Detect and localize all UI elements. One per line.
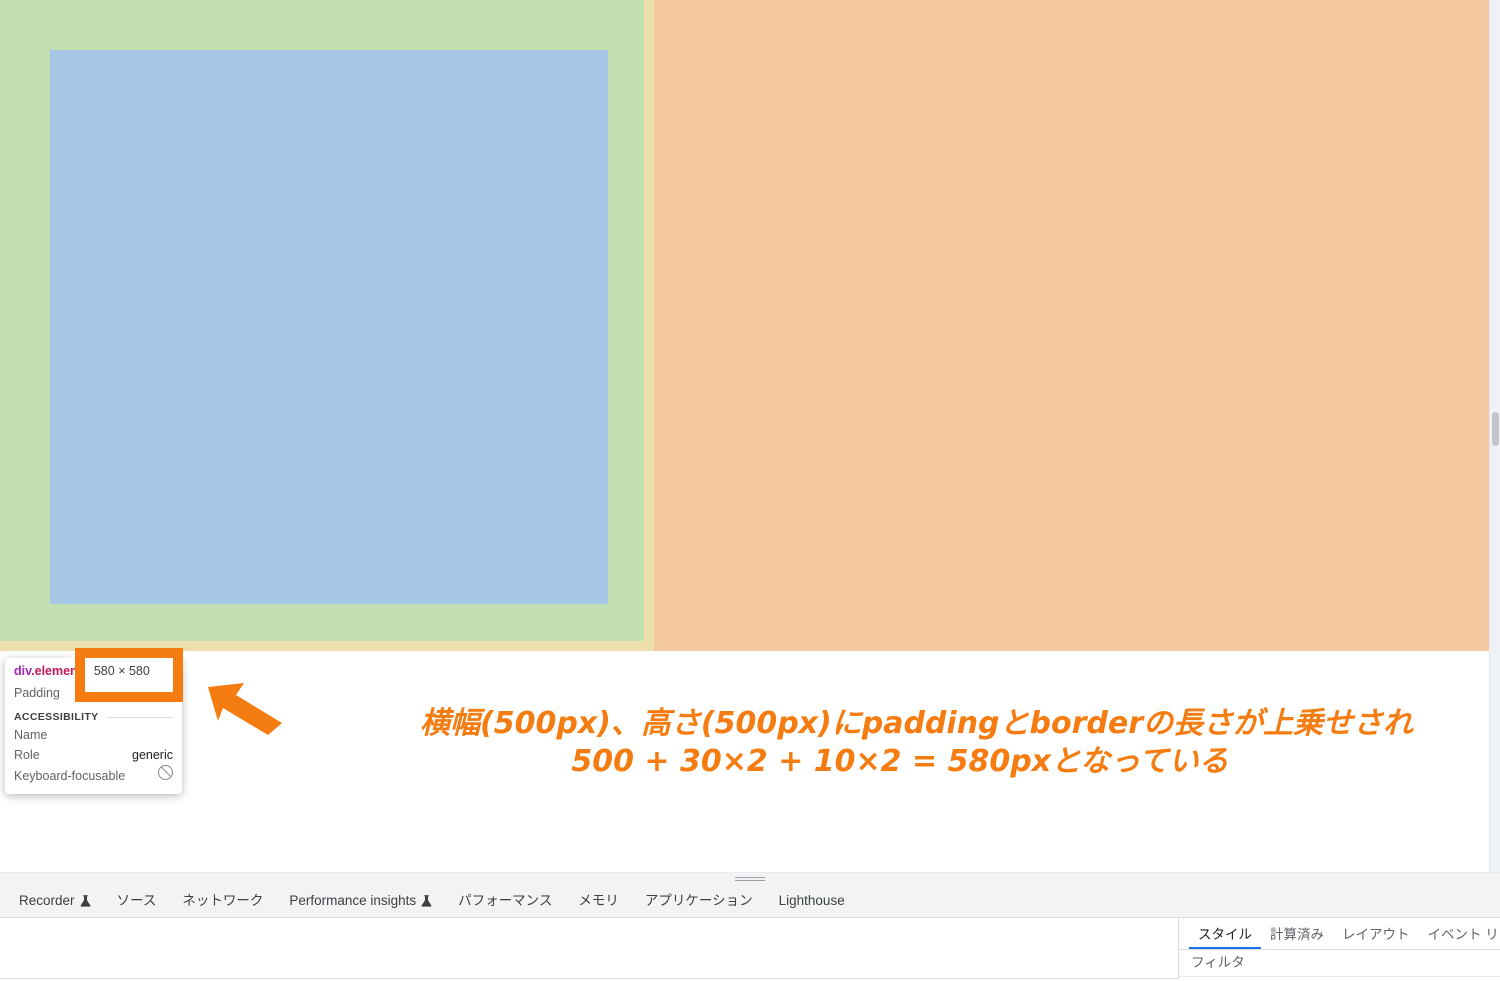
devtools-tab-label: メモリ (578, 885, 619, 917)
annotation-line-1: 横幅(500px)、高さ(500px)にpaddingとborderの長さが上乗… (420, 705, 1380, 743)
tooltip-caret-icon (69, 651, 85, 659)
annotation-callout-text: 横幅(500px)、高さ(500px)にpaddingとborderの長さが上乗… (420, 705, 1380, 782)
styles-sidebar-tabbar: スタイル 計算済み レイアウト イベント リス (1179, 918, 1500, 950)
styles-sidebar-pane: スタイル 計算済み レイアウト イベント リス フィルタ (1178, 918, 1500, 979)
tab-label: 計算済み (1270, 927, 1324, 942)
dom-tree-pane[interactable] (0, 918, 1178, 979)
experiment-flask-icon (80, 895, 91, 907)
tab-layout[interactable]: レイアウト (1333, 923, 1419, 949)
devtools-tab-label: Recorder (19, 885, 75, 917)
tooltip-dimensions: 580 × 580 (94, 664, 150, 678)
devtools-tab-recorder[interactable]: Recorder (6, 885, 104, 917)
tooltip-a11y-value: generic (132, 745, 173, 765)
element-inspect-tooltip: div.element 580 × 580 Padding ACCESSIBIL… (5, 658, 182, 794)
tooltip-keyboard-focusable-row: Keyboard-focusable (14, 765, 173, 786)
scrollbar-thumb[interactable] (1492, 412, 1499, 446)
tooltip-title-row: div.element 580 × 580 (14, 664, 173, 678)
tooltip-tag-name: div (14, 664, 31, 678)
devtools-tab-network[interactable]: ネットワーク (169, 885, 276, 917)
styles-rules-area (1179, 977, 1500, 981)
tab-label: スタイル (1198, 927, 1252, 942)
tooltip-accessibility-label: ACCESSIBILITY (14, 711, 98, 723)
devtools-tab-performance[interactable]: パフォーマンス (445, 885, 565, 917)
devtools-tabbar: Recorder ソース ネットワーク Performance insights… (0, 885, 1500, 918)
tooltip-padding-row: Padding (14, 683, 173, 703)
tooltip-a11y-label: Name (14, 725, 47, 745)
devtools-tab-application[interactable]: アプリケーション (632, 885, 766, 917)
styles-filter-placeholder: フィルタ (1191, 955, 1245, 970)
devtools-tab-label: Lighthouse (779, 885, 845, 917)
box-model-content-region (50, 50, 608, 604)
drawer-splitter[interactable] (0, 872, 1500, 885)
tooltip-padding-label: Padding (14, 683, 60, 703)
tooltip-a11y-row: Role generic (14, 745, 173, 765)
tab-computed[interactable]: 計算済み (1261, 923, 1333, 949)
devtools-tab-label: パフォーマンス (458, 885, 552, 917)
not-allowed-icon (158, 765, 173, 780)
devtools-tab-lighthouse[interactable]: Lighthouse (766, 885, 858, 917)
devtools-tab-label: Performance insights (289, 885, 416, 917)
annotation-line-2: 500 + 30×2 + 10×2 = 580pxとなっている (420, 743, 1380, 781)
tooltip-section-divider (107, 717, 173, 718)
tab-styles[interactable]: スタイル (1189, 923, 1261, 949)
tooltip-a11y-label: Role (14, 745, 40, 765)
pointer-arrow-icon (206, 681, 284, 736)
box-model-border-region (0, 0, 654, 651)
tab-label: レイアウト (1342, 927, 1410, 942)
devtools-panel: Recorder ソース ネットワーク Performance insights… (0, 885, 1500, 979)
tab-event-listeners[interactable]: イベント リス (1419, 923, 1500, 949)
devtools-tab-sources[interactable]: ソース (104, 885, 170, 917)
splitter-grip-icon[interactable] (735, 877, 765, 882)
tooltip-keyboard-focusable-label: Keyboard-focusable (14, 766, 125, 786)
devtools-tab-memory[interactable]: メモリ (565, 885, 632, 917)
styles-filter-input[interactable]: フィルタ (1179, 950, 1500, 977)
tab-label: イベント リス (1428, 927, 1500, 942)
tooltip-a11y-row: Name (14, 725, 173, 745)
devtools-body: スタイル 計算済み レイアウト イベント リス フィルタ (0, 918, 1500, 979)
page-vertical-scrollbar[interactable] (1489, 0, 1500, 872)
tooltip-selector: div.element (14, 664, 82, 678)
experiment-flask-icon (421, 895, 432, 907)
devtools-tab-label: ネットワーク (182, 885, 263, 917)
tooltip-class-name: .element (31, 664, 82, 678)
tooltip-accessibility-section: ACCESSIBILITY (14, 711, 173, 723)
devtools-tab-performance-insights[interactable]: Performance insights (276, 885, 445, 917)
grip-line (735, 877, 765, 878)
grip-line (735, 880, 765, 881)
devtools-tab-label: アプリケーション (645, 885, 753, 917)
devtools-tab-label: ソース (117, 885, 157, 917)
